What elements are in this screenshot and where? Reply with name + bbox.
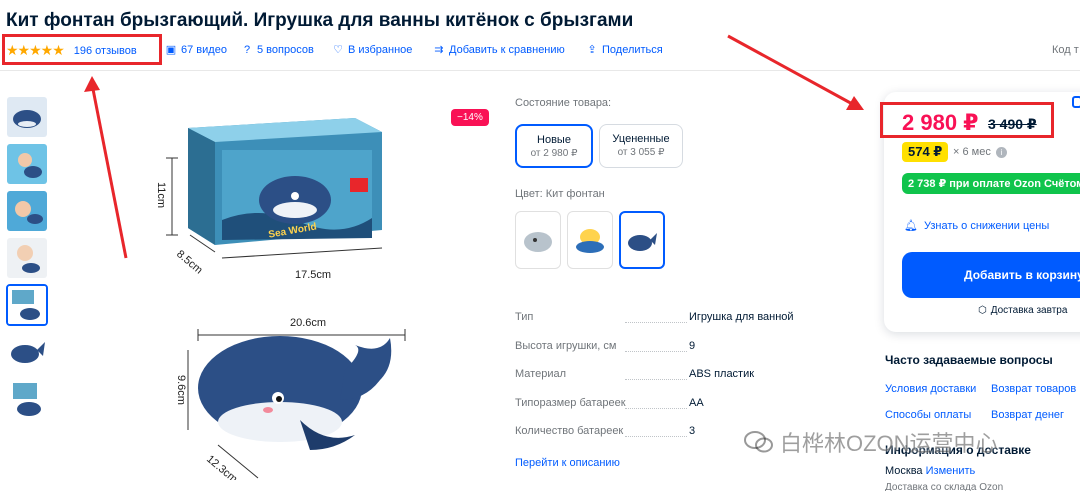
- condition-new-title: Новые: [537, 134, 571, 146]
- thumbnail[interactable]: [6, 237, 48, 279]
- spec-divider: [625, 350, 687, 352]
- price-drop-label: Узнать о снижении цены: [923, 219, 1050, 232]
- color-option-selected[interactable]: [619, 211, 665, 269]
- thumbnail[interactable]: [6, 143, 48, 185]
- condition-new-option[interactable]: Новые от 2 980 ₽: [515, 124, 593, 168]
- condition-discounted-price: от 3 055 ₽: [617, 147, 665, 158]
- question-icon: ?: [243, 44, 251, 56]
- watermark-text: 白桦林OZON运营中心: [780, 431, 998, 456]
- video-icon: ▣: [165, 44, 177, 56]
- share-link[interactable]: ⇪ Поделиться: [586, 44, 663, 56]
- faq-link-refund[interactable]: Возврат денег: [991, 409, 1064, 421]
- color-option[interactable]: [567, 211, 613, 269]
- product-meta-bar: ★★★★★ 196 отзывов ▣ 67 видео ? 5 вопросо…: [0, 36, 1080, 66]
- thumbnail[interactable]: [6, 331, 48, 373]
- warehouse-info: Доставка со склада Ozon: [885, 482, 1004, 491]
- product-code: Код т: [1052, 44, 1079, 56]
- videos-link[interactable]: ▣ 67 видео: [165, 44, 227, 56]
- watermark: 白桦林OZON运营中心: [744, 426, 998, 458]
- compare-icon: ⇉: [434, 44, 444, 56]
- faq-link-returns[interactable]: Возврат товаров: [991, 383, 1076, 395]
- spec-divider: [625, 379, 687, 380]
- price-highlight-box: [880, 102, 1054, 138]
- installment-term-label: × 6 мес: [953, 146, 991, 158]
- compare-icon-small[interactable]: [1072, 96, 1080, 108]
- condition-discounted-title: Уцененные: [612, 133, 670, 145]
- installment-term: × 6 мес i: [953, 146, 1007, 158]
- spec-divider: [625, 407, 687, 409]
- compare-label: Добавить к сравнению: [449, 44, 565, 56]
- spec-divider: [625, 322, 687, 323]
- color-option[interactable]: [515, 211, 561, 269]
- share-icon: ⇪: [587, 44, 597, 56]
- product-title: Кит фонтан брызгающий. Игрушка для ванны…: [6, 10, 634, 31]
- heart-icon: ♡: [333, 44, 343, 56]
- faq-link-delivery[interactable]: Условия доставки: [885, 383, 976, 395]
- dim-box-width: 17.5cm: [295, 269, 331, 281]
- annotation-arrow-left: [84, 76, 128, 259]
- thumbnail[interactable]: [6, 96, 48, 138]
- price-drop-notify[interactable]: 🔔︎ Узнать о снижении цены: [904, 219, 1050, 233]
- delivery-label: Доставка завтра: [990, 305, 1068, 316]
- dim-box-depth: 8.5cm: [174, 248, 205, 276]
- main-product-image[interactable]: Sea World 11cm 8.5cm 17.5cm 20.6cm 9.6cm…: [150, 100, 500, 485]
- spec-key: Количество батареек: [515, 425, 624, 437]
- videos-label: 67 видео: [181, 44, 227, 56]
- faq-link-payment[interactable]: Способы оплаты: [885, 409, 971, 421]
- spec-key: Высота игрушки, см: [515, 339, 617, 352]
- questions-label: 5 вопросов: [257, 44, 314, 56]
- questions-link[interactable]: ? 5 вопросов: [241, 44, 314, 56]
- condition-label: Состояние товара:: [515, 97, 612, 109]
- spec-value: Игрушка для ванной: [689, 311, 794, 323]
- spec-row: Типоразмер батареек AA: [515, 394, 815, 423]
- favorites-link[interactable]: ♡ В избранное: [332, 44, 412, 56]
- condition-new-price: от 2 980 ₽: [530, 148, 578, 159]
- dim-whale-height: 9.6cm: [175, 375, 187, 405]
- thumbnail[interactable]: [6, 190, 48, 232]
- spec-value: 9: [689, 339, 696, 352]
- change-city-link[interactable]: Изменить: [926, 465, 976, 477]
- city-row: Москва Изменить: [885, 465, 975, 477]
- dim-whale-length: 20.6cm: [290, 317, 326, 329]
- color-label: Цвет: Кит фонтан: [515, 188, 605, 200]
- condition-discounted-option[interactable]: Уцененные от 3 055 ₽: [599, 124, 683, 168]
- spec-row: Тип Игрушка для ванной: [515, 308, 815, 337]
- go-to-description-link[interactable]: Перейти к описанию: [515, 457, 620, 469]
- spec-row: Материал ABS пластик: [515, 365, 815, 394]
- spec-value: AA: [689, 396, 704, 409]
- compare-link[interactable]: ⇉ Добавить к сравнению: [433, 44, 565, 56]
- spec-key: Тип: [515, 311, 534, 323]
- dim-whale-depth: 12.3cm: [204, 453, 239, 480]
- spec-value: ABS пластик: [689, 368, 755, 380]
- favorites-label: В избранное: [348, 44, 413, 56]
- spec-value: 3: [689, 425, 696, 437]
- box-icon: ⬡: [978, 305, 987, 316]
- add-to-cart-button[interactable]: Добавить в корзину: [902, 252, 1080, 298]
- spec-key: Материал: [515, 368, 566, 380]
- discount-badge: −14%: [451, 109, 489, 126]
- spec-row: Высота игрушки, см 9: [515, 337, 815, 366]
- ozon-card-price[interactable]: 2 738 ₽ при оплате Ozon Счётом: [902, 173, 1080, 194]
- spec-key: Типоразмер батареек: [515, 396, 626, 409]
- dim-box-height: 11cm: [155, 182, 167, 208]
- bell-icon: 🔔︎: [904, 220, 918, 232]
- delivery-info: ⬡ Доставка завтра: [978, 305, 1067, 316]
- share-label: Поделиться: [602, 44, 663, 56]
- installment-price[interactable]: 574 ₽: [902, 142, 949, 162]
- thumbnail-gallery: [6, 96, 52, 425]
- spec-divider: [625, 436, 687, 437]
- thumbnail[interactable]: [6, 378, 48, 420]
- faq-title: Часто задаваемые вопросы: [885, 353, 1053, 367]
- wechat-icon: [744, 431, 773, 453]
- thumbnail-selected[interactable]: [6, 284, 48, 326]
- city-name: Москва: [885, 465, 923, 477]
- header-divider: [0, 70, 1080, 71]
- info-icon[interactable]: i: [995, 147, 1007, 158]
- rating-highlight-box: [2, 34, 162, 65]
